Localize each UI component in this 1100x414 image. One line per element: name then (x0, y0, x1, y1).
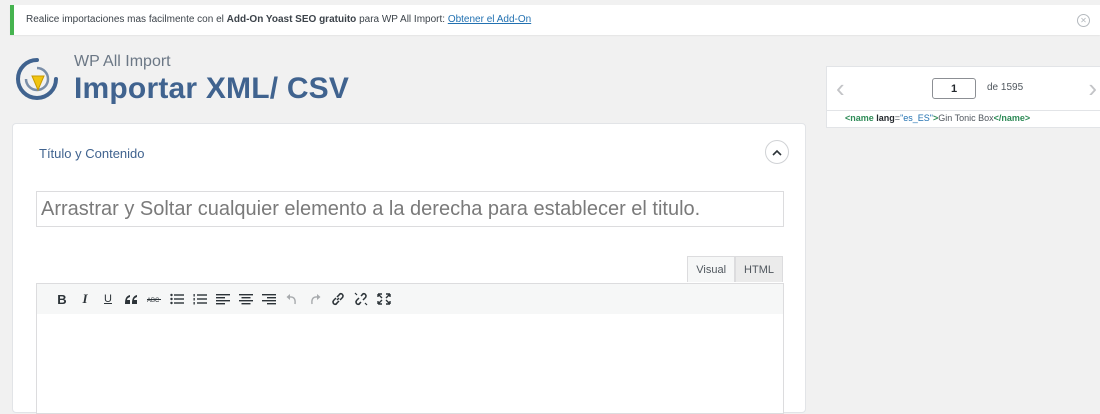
svg-text:ABC: ABC (147, 298, 160, 303)
xml-open-tag: <name (845, 113, 874, 123)
underline-label: U (104, 293, 112, 305)
bullet-list-icon[interactable] (166, 288, 188, 310)
editor-toolbar: B I U ABC (36, 283, 784, 315)
wp-all-import-logo-icon (16, 58, 58, 100)
bold-button[interactable]: B (51, 288, 73, 310)
align-left-icon[interactable] (212, 288, 234, 310)
italic-button[interactable]: I (74, 288, 96, 310)
xml-content[interactable]: Gin Tonic Box (938, 113, 993, 123)
undo-icon[interactable] (281, 288, 303, 310)
link-icon[interactable] (327, 288, 349, 310)
numbered-list-icon[interactable] (189, 288, 211, 310)
xml-attr-name: lang (873, 113, 895, 123)
dismiss-icon[interactable]: ✕ (1077, 14, 1090, 27)
unlink-icon[interactable] (350, 288, 372, 310)
page-number-input[interactable] (932, 78, 976, 99)
chevron-up-icon[interactable] (765, 140, 789, 164)
blockquote-icon[interactable] (120, 288, 142, 310)
get-addon-link[interactable]: Obtener el Add-On (448, 14, 531, 25)
notice-text-after: para WP All Import: (356, 14, 448, 25)
tab-visual[interactable]: Visual (687, 256, 736, 282)
fullscreen-icon[interactable] (373, 288, 395, 310)
content-editor-area[interactable] (36, 314, 784, 414)
title-input[interactable] (36, 191, 784, 227)
editor-tabs: Visual HTML (687, 256, 783, 283)
panel-title: Título y Contenido (39, 146, 145, 161)
align-right-icon[interactable] (258, 288, 280, 310)
underline-button[interactable]: U (97, 288, 119, 310)
notice-text-before: Realice importaciones mas facilmente con… (26, 14, 227, 25)
chevron-left-icon[interactable]: ‹ (836, 75, 845, 101)
notice-bold: Add-On Yoast SEO gratuito (226, 14, 357, 25)
record-pager: ‹ de 1595 › (826, 66, 1100, 111)
page-title: Importar XML/ CSV (74, 72, 350, 105)
strikethrough-icon[interactable]: ABC (143, 288, 165, 310)
title-content-panel: Título y Contenido VisualHTML B I U ABC (12, 123, 806, 414)
bold-label: B (57, 291, 67, 307)
xml-preview-line[interactable]: <name lang="es_ES">Gin Tonic Box</name> (826, 111, 1100, 128)
tab-html[interactable]: HTML (735, 256, 783, 282)
xml-end-tag: </name> (993, 113, 1031, 123)
plugin-name: WP All Import (74, 53, 171, 70)
italic-label: I (82, 291, 88, 306)
align-center-icon[interactable] (235, 288, 257, 310)
addon-notice: Realice importaciones mas facilmente con… (10, 5, 1100, 35)
redo-icon[interactable] (304, 288, 326, 310)
xml-attr-value: "es_ES" (900, 113, 933, 123)
chevron-right-icon[interactable]: › (1088, 75, 1097, 101)
page-total: de 1595 (987, 82, 1024, 93)
